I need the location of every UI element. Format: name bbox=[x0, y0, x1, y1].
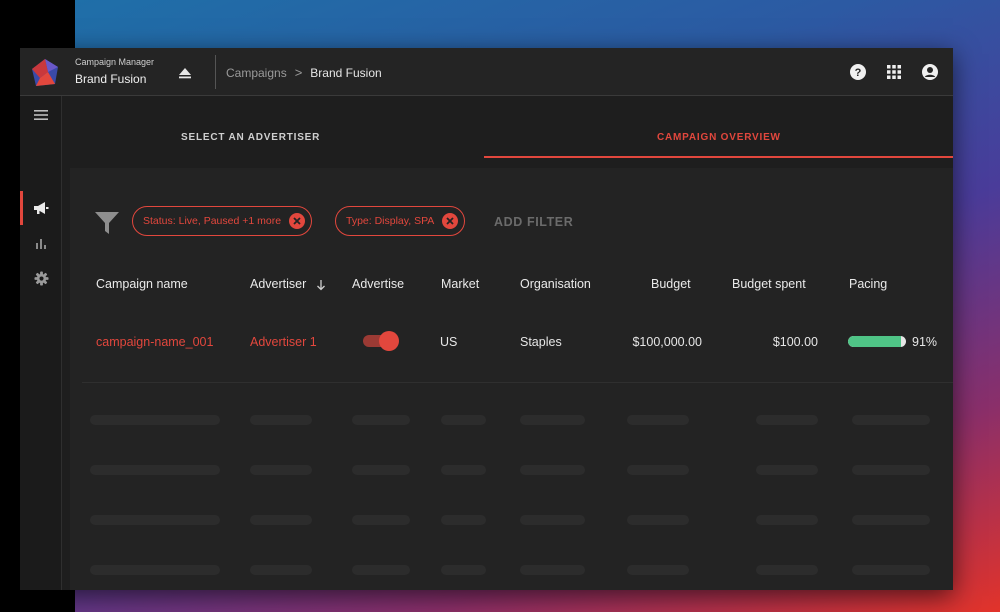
sidebar-item-reports[interactable] bbox=[20, 226, 62, 260]
sidebar-item-campaigns[interactable] bbox=[20, 191, 62, 225]
skeleton-placeholder bbox=[250, 415, 312, 425]
tab-select-advertiser[interactable]: SELECT AN ADVERTISER bbox=[181, 132, 320, 143]
skeleton-placeholder bbox=[756, 415, 818, 425]
advertise-toggle[interactable] bbox=[363, 331, 399, 351]
app-window: Campaign Manager Brand Fusion Campaigns … bbox=[20, 48, 953, 590]
skeleton-placeholder bbox=[352, 515, 410, 525]
menu-button[interactable] bbox=[20, 98, 62, 132]
account-name: Brand Fusion bbox=[75, 72, 147, 86]
skeleton-placeholder bbox=[352, 415, 410, 425]
budget-cell: $100,000.00 bbox=[632, 335, 702, 349]
skeleton-placeholder bbox=[441, 565, 486, 575]
organisation-cell: Staples bbox=[520, 335, 562, 349]
skeleton-placeholder bbox=[756, 465, 818, 475]
product-name: Campaign Manager bbox=[75, 57, 155, 67]
add-filter-button[interactable]: ADD FILTER bbox=[494, 215, 573, 229]
svg-text:?: ? bbox=[855, 67, 862, 79]
advertiser-link[interactable]: Advertiser 1 bbox=[250, 335, 317, 349]
pacing-bar bbox=[848, 336, 906, 347]
help-icon[interactable]: ? bbox=[849, 63, 867, 81]
skeleton-placeholder bbox=[250, 565, 312, 575]
pacing-value: 91% bbox=[912, 335, 938, 349]
breadcrumb-campaigns[interactable]: Campaigns bbox=[226, 66, 287, 80]
breadcrumb-current: Brand Fusion bbox=[310, 65, 382, 80]
topbar-actions: ? bbox=[849, 63, 939, 81]
toggle-knob bbox=[379, 331, 399, 351]
skeleton-placeholder bbox=[627, 415, 689, 425]
breadcrumb: Campaigns > Brand Fusion bbox=[226, 65, 382, 80]
skeleton-placeholder bbox=[250, 515, 312, 525]
campaign-name-link[interactable]: campaign-name_001 bbox=[96, 335, 213, 349]
settings-icon bbox=[33, 270, 49, 286]
skeleton-placeholder bbox=[627, 515, 689, 525]
menu-icon bbox=[34, 110, 48, 120]
arrow-down-icon bbox=[316, 279, 325, 291]
skeleton-placeholder bbox=[756, 565, 818, 575]
brand-logo-icon bbox=[32, 59, 58, 86]
budget-spent-cell: $100.00 bbox=[772, 335, 818, 349]
filter-chip-label: Type: Display, SPA bbox=[346, 215, 435, 227]
column-header-budget[interactable]: Budget bbox=[651, 277, 691, 291]
filter-chip-status[interactable]: Status: Live, Paused +1 more bbox=[132, 206, 313, 236]
skeleton-placeholder bbox=[520, 465, 585, 475]
filter-chip-type[interactable]: Type: Display, SPA bbox=[335, 206, 466, 236]
breadcrumb-separator: > bbox=[294, 65, 303, 80]
skeleton-placeholder bbox=[852, 415, 930, 425]
skeleton-placeholder bbox=[352, 565, 410, 575]
skeleton-placeholder bbox=[520, 415, 585, 425]
market-cell: US bbox=[440, 335, 458, 349]
active-tab-indicator bbox=[484, 156, 953, 158]
campaign-panel: Status: Live, Paused +1 more Type: Displ… bbox=[70, 168, 953, 590]
close-icon[interactable] bbox=[442, 213, 459, 229]
megaphone-icon bbox=[34, 202, 49, 214]
sidebar bbox=[20, 96, 62, 590]
skeleton-placeholder bbox=[756, 515, 818, 525]
close-icon[interactable] bbox=[289, 213, 306, 229]
skeleton-placeholder bbox=[90, 465, 220, 475]
pacing-bar-fill bbox=[848, 336, 901, 347]
apps-grid-icon[interactable] bbox=[885, 63, 903, 81]
skeleton-placeholder bbox=[627, 565, 689, 575]
skeleton-placeholder bbox=[250, 465, 312, 475]
skeleton-placeholder bbox=[90, 515, 220, 525]
column-header-pacing[interactable]: Pacing bbox=[849, 277, 887, 291]
skeleton-placeholder bbox=[90, 565, 220, 575]
skeleton-placeholder bbox=[520, 565, 585, 575]
skeleton-placeholder bbox=[852, 465, 930, 475]
skeleton-placeholder bbox=[627, 465, 689, 475]
column-header-advertise[interactable]: Advertise bbox=[352, 277, 404, 291]
skeleton-placeholder bbox=[352, 465, 410, 475]
column-header-organisation[interactable]: Organisation bbox=[520, 277, 591, 291]
column-header-label: Advertiser bbox=[250, 277, 307, 291]
bar-chart-icon bbox=[36, 239, 46, 249]
column-header-advertiser[interactable]: Advertiser bbox=[250, 277, 326, 291]
eject-dropdown-icon[interactable] bbox=[178, 67, 192, 79]
account-icon[interactable] bbox=[921, 63, 939, 81]
skeleton-placeholder bbox=[852, 515, 930, 525]
skeleton-placeholder bbox=[852, 565, 930, 575]
column-header-budget-spent[interactable]: Budget spent bbox=[732, 277, 806, 291]
tab-bar: SELECT AN ADVERTISER CAMPAIGN OVERVIEW bbox=[62, 96, 953, 160]
column-header-market[interactable]: Market bbox=[441, 277, 479, 291]
skeleton-placeholder bbox=[441, 465, 486, 475]
skeleton-placeholder bbox=[441, 515, 486, 525]
tab-campaign-overview[interactable]: CAMPAIGN OVERVIEW bbox=[657, 132, 781, 143]
skeleton-placeholder bbox=[520, 515, 585, 525]
column-header-campaign-name[interactable]: Campaign name bbox=[96, 277, 188, 291]
filter-icon[interactable] bbox=[94, 210, 120, 236]
topbar-divider bbox=[215, 55, 216, 89]
skeleton-placeholder bbox=[441, 415, 486, 425]
row-divider bbox=[82, 382, 953, 383]
skeleton-placeholder bbox=[90, 415, 220, 425]
top-bar: Campaign Manager Brand Fusion Campaigns … bbox=[20, 48, 953, 96]
filter-chip-label: Status: Live, Paused +1 more bbox=[143, 215, 282, 227]
sidebar-item-settings[interactable] bbox=[20, 261, 62, 295]
